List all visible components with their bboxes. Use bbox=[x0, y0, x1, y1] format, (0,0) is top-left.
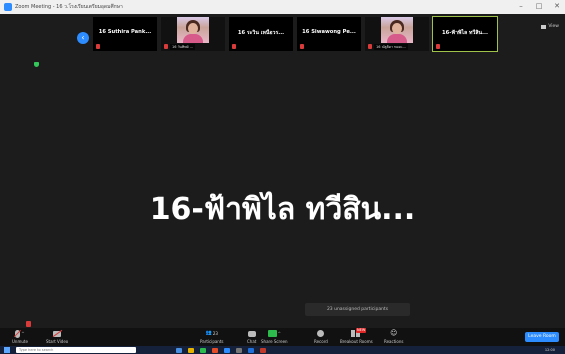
view-label: View bbox=[548, 24, 559, 29]
start-video-label: Start Video bbox=[46, 339, 69, 344]
reactions-button[interactable]: ☺ Reactions bbox=[384, 329, 403, 344]
meeting-toolbar: ^ Unmute Start Video 👥 23 Participants Ch… bbox=[0, 328, 565, 346]
participants-count: 23 bbox=[212, 331, 218, 336]
muted-mic-icon bbox=[368, 44, 372, 49]
participant-name: 16 ระวิน เหนือวร... bbox=[237, 30, 285, 36]
grid-icon bbox=[541, 24, 547, 29]
folder-icon[interactable] bbox=[188, 347, 194, 353]
window-title: Zoom Meeting - 16 ว.โรงเรียนเตรียมอุดมศึ… bbox=[15, 4, 123, 10]
participant-name: 16 Siwawong Pe... bbox=[302, 29, 356, 35]
share-screen-icon bbox=[267, 330, 277, 337]
unassigned-participants-button[interactable]: 23 unassigned participants bbox=[305, 303, 410, 316]
muted-mic-icon bbox=[300, 44, 304, 49]
taskbar-clock: 12:00 bbox=[544, 348, 555, 352]
app-icon[interactable] bbox=[248, 347, 254, 353]
active-speaker-name: 16-ฟ้าพิไล ทวีสิน... bbox=[149, 192, 416, 227]
app-icon[interactable] bbox=[212, 347, 218, 353]
participant-tile[interactable]: 16 Siwawong Pe... bbox=[297, 17, 361, 51]
participant-video bbox=[381, 17, 413, 43]
reactions-icon: ☺ bbox=[390, 329, 398, 337]
breakout-rooms-button[interactable]: NEW Breakout Rooms bbox=[340, 328, 373, 344]
participant-tile[interactable]: 16 ระวิน เหนือวร... bbox=[229, 17, 293, 51]
participants-button[interactable]: 👥 23 Participants bbox=[200, 329, 224, 344]
zoom-app-icon bbox=[4, 3, 12, 11]
video-off-icon bbox=[53, 330, 62, 337]
unmute-label: Unmute bbox=[12, 339, 28, 344]
participants-icon: 👥 bbox=[205, 330, 212, 336]
share-screen-label: Share Screen bbox=[261, 339, 288, 344]
muted-mic-icon bbox=[96, 44, 100, 49]
window-controls: – □ ✕ bbox=[517, 3, 561, 10]
muted-mic-icon bbox=[164, 44, 168, 49]
breakout-rooms-icon: NEW bbox=[351, 328, 367, 337]
new-badge: NEW bbox=[356, 328, 367, 333]
muted-mic-icon bbox=[436, 44, 440, 49]
self-muted-mic-icon bbox=[26, 321, 31, 327]
view-button[interactable]: View bbox=[541, 24, 559, 29]
reactions-label: Reactions bbox=[384, 339, 404, 344]
chat-icon bbox=[247, 330, 256, 337]
security-shield-icon[interactable] bbox=[34, 62, 39, 67]
participant-name: 16-ฟ้าพิไล ทวีสิน... bbox=[442, 30, 488, 36]
taskbar-search[interactable]: Type here to search bbox=[16, 347, 136, 353]
start-video-button[interactable]: Start Video bbox=[46, 329, 68, 344]
participant-tile[interactable]: 16 ณัฐธิดา ทองแ... bbox=[365, 17, 429, 51]
participant-tile[interactable]: 16 วันทิพย์ ... bbox=[161, 17, 225, 51]
caret-up-icon[interactable]: ^ bbox=[278, 329, 281, 338]
app-icon[interactable] bbox=[176, 347, 182, 353]
record-icon bbox=[317, 330, 325, 337]
participants-label: Participants bbox=[200, 339, 224, 344]
close-button[interactable]: ✕ bbox=[553, 3, 561, 10]
app-icon[interactable] bbox=[260, 347, 266, 353]
participant-label: 16 ณัฐธิดา ทองแ... bbox=[374, 44, 408, 50]
minimize-button[interactable]: – bbox=[517, 3, 525, 10]
meeting-stage: ‹ 16 Suthira Pank... 16 วันทิพย์ ... 16 … bbox=[0, 14, 565, 328]
taskbar-apps bbox=[176, 347, 266, 353]
leave-room-button[interactable]: Leave Room bbox=[525, 332, 559, 342]
gallery-strip: 16 Suthira Pank... 16 วันทิพย์ ... 16 ระ… bbox=[93, 16, 498, 52]
zoom-icon[interactable] bbox=[224, 347, 230, 353]
record-label: Record bbox=[314, 339, 328, 344]
share-screen-button[interactable]: ^ Share Screen bbox=[261, 329, 288, 344]
participant-tile[interactable]: 16 Suthira Pank... bbox=[93, 17, 157, 51]
chat-label: Chat bbox=[247, 339, 257, 344]
record-button[interactable]: Record bbox=[314, 329, 328, 344]
participant-label: 16 วันทิพย์ ... bbox=[170, 44, 196, 50]
window-titlebar: Zoom Meeting - 16 ว.โรงเรียนเตรียมอุดมศึ… bbox=[0, 0, 565, 14]
app-icon[interactable] bbox=[200, 347, 206, 353]
maximize-button[interactable]: □ bbox=[535, 3, 543, 10]
chat-button[interactable]: Chat bbox=[247, 329, 256, 344]
windows-start-icon[interactable] bbox=[4, 347, 10, 353]
app-icon[interactable] bbox=[236, 347, 242, 353]
microphone-muted-icon bbox=[15, 329, 21, 338]
windows-taskbar: Type here to search 12:00 bbox=[0, 346, 565, 354]
caret-up-icon[interactable]: ^ bbox=[21, 329, 24, 338]
breakout-rooms-label: Breakout Rooms bbox=[340, 339, 373, 344]
chevron-left-icon[interactable]: ‹ bbox=[77, 32, 89, 44]
participant-tile-active[interactable]: 16-ฟ้าพิไล ทวีสิน... bbox=[432, 16, 498, 52]
participant-video bbox=[177, 17, 209, 43]
muted-mic-icon bbox=[232, 44, 236, 49]
participant-name: 16 Suthira Pank... bbox=[98, 29, 152, 35]
unmute-button[interactable]: ^ Unmute bbox=[12, 329, 28, 344]
